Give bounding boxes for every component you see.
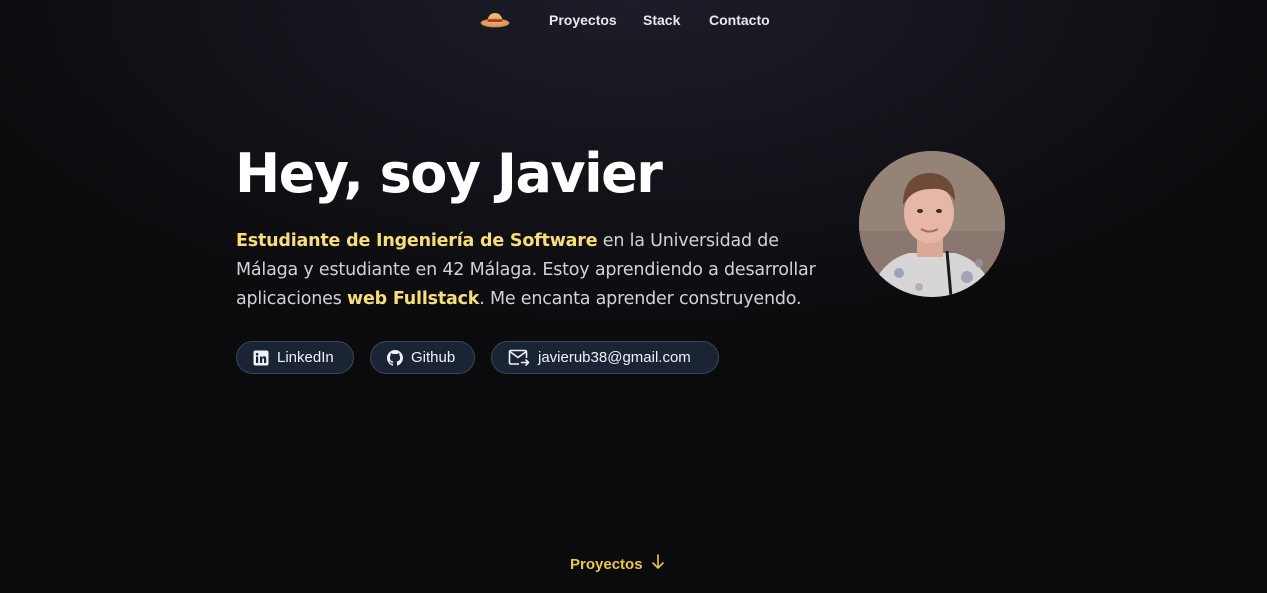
nav-link-proyectos[interactable]: Proyectos xyxy=(549,12,617,28)
highlight-software-engineering: Estudiante de Ingeniería de Software xyxy=(236,231,598,251)
nav-link-contacto[interactable]: Contacto xyxy=(709,12,770,28)
github-label: Github xyxy=(411,349,456,366)
mail-forward-icon xyxy=(508,349,530,367)
hero-description: Estudiante de Ingeniería de Software en … xyxy=(236,227,836,314)
linkedin-label: LinkedIn xyxy=(277,349,334,366)
avatar xyxy=(859,151,1005,297)
email-label: javierub38@gmail.com xyxy=(538,349,691,366)
highlight-fullstack: web Fullstack xyxy=(347,289,480,309)
top-navbar: Proyectos Stack Contacto xyxy=(0,0,1267,40)
page: Proyectos Stack Contacto Hey, soy Javier… xyxy=(0,0,1267,593)
linkedin-icon xyxy=(253,350,269,366)
scroll-link-label: Proyectos xyxy=(570,555,643,573)
hero-title: Hey, soy Javier xyxy=(235,142,663,205)
straw-hat-icon[interactable] xyxy=(479,8,511,30)
scroll-to-proyectos-link[interactable]: Proyectos xyxy=(570,554,665,574)
description-text-2: . Me encanta aprender construyendo. xyxy=(479,289,802,309)
github-icon xyxy=(387,349,403,366)
email-button[interactable]: javierub38@gmail.com xyxy=(491,341,719,374)
linkedin-button[interactable]: LinkedIn xyxy=(236,341,354,374)
arrow-down-icon xyxy=(651,554,665,574)
nav-link-stack[interactable]: Stack xyxy=(643,12,680,28)
github-button[interactable]: Github xyxy=(370,341,475,374)
